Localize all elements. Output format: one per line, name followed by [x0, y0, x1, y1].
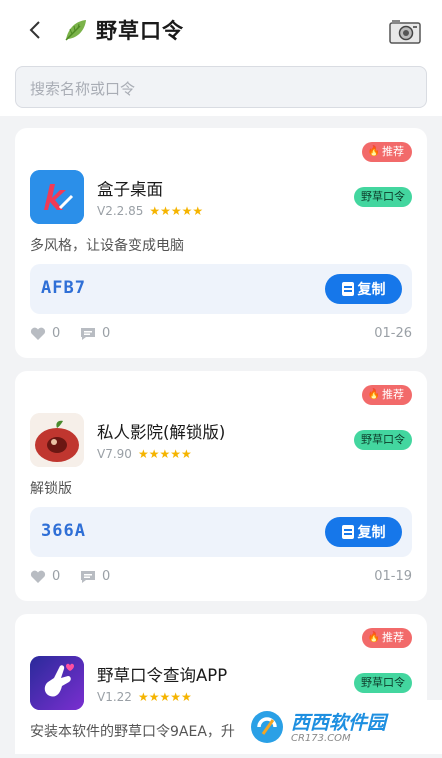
app-version: V2.2.85 [97, 204, 144, 218]
copy-button[interactable]: 复制 [325, 274, 402, 304]
recommend-label: 推荐 [382, 388, 404, 401]
cinema-logo-icon [30, 413, 84, 467]
watermark-text: 西西软件园 [291, 712, 387, 734]
search-placeholder: 搜索名称或口令 [30, 80, 136, 98]
code-text: AFB7 [41, 278, 86, 298]
document-icon [341, 282, 354, 296]
app-version-row: V2.2.85 ★★★★★ [97, 204, 203, 218]
code-box: AFB7 复制 [30, 264, 412, 314]
fire-icon: 🔥 [367, 632, 380, 643]
recommend-badge: 🔥 推荐 [361, 142, 412, 162]
recommend-badge: 🔥 推荐 [361, 385, 412, 405]
app-name: 野草口令查询APP [97, 666, 228, 685]
app-card[interactable]: 🔥 推荐 盒子桌面 V2.2.85 ★★★★★ 野草口令 多风格，让设备变成电脑 … [15, 128, 427, 358]
leaf-icon [65, 20, 86, 41]
app-version-row: V7.90 ★★★★★ [97, 447, 192, 461]
app-description: 安装本软件的野草口令9AEA，升 [30, 724, 235, 740]
app-icon [30, 413, 84, 467]
app-icon [30, 656, 84, 710]
search-input[interactable]: 搜索名称或口令 [15, 66, 427, 108]
code-text: 366A [41, 521, 86, 541]
watermark: 西西软件园 CR173.COM [245, 700, 442, 754]
document-icon [341, 525, 354, 539]
recommend-label: 推荐 [382, 631, 404, 644]
card-meta: 0 0 01-19 [30, 569, 412, 589]
chevron-left-icon[interactable] [24, 17, 48, 43]
source-tag: 野草口令 [354, 673, 412, 693]
heart-icon [30, 327, 46, 340]
comment-icon [81, 570, 95, 583]
copy-label: 复制 [357, 525, 386, 541]
rating-stars: ★★★★★ [137, 690, 192, 704]
comment-icon [81, 327, 95, 340]
app-header: 野草口令 [0, 0, 442, 60]
card-meta: 0 0 01-26 [30, 326, 412, 346]
app-version-row: V1.22 ★★★★★ [97, 690, 192, 704]
fire-icon: 🔥 [367, 389, 380, 400]
post-date: 01-26 [374, 326, 412, 341]
like-button[interactable]: 0 [30, 569, 60, 584]
like-button[interactable]: 0 [30, 326, 60, 341]
comment-button[interactable]: 0 [80, 326, 110, 341]
post-date: 01-19 [374, 569, 412, 584]
source-tag: 野草口令 [354, 430, 412, 450]
app-description: 解锁版 [30, 481, 72, 497]
page-title: 野草口令 [96, 19, 184, 43]
app-name: 盒子桌面 [97, 180, 163, 199]
like-count: 0 [52, 569, 61, 584]
app-card[interactable]: 🔥 推荐 私人影院(解锁版) V7.90 ★★★★★ 野草口令 解锁版 366A … [15, 371, 427, 601]
copy-label: 复制 [357, 282, 386, 298]
rating-stars: ★★★★★ [149, 204, 204, 218]
app-version: V7.90 [97, 447, 132, 461]
recommend-label: 推荐 [382, 145, 404, 158]
comment-count: 0 [102, 569, 111, 584]
source-tag: 野草口令 [354, 187, 412, 207]
search-bar: 搜索名称或口令 [0, 60, 442, 116]
box-desktop-logo-icon [30, 170, 84, 224]
comment-count: 0 [102, 326, 111, 341]
app-name: 私人影院(解锁版) [97, 423, 226, 442]
comment-button[interactable]: 0 [80, 569, 110, 584]
fire-icon: 🔥 [367, 146, 380, 157]
camera-icon[interactable] [389, 18, 421, 44]
app-version: V1.22 [97, 690, 132, 704]
hand-heart-logo-icon [30, 656, 84, 710]
app-description: 多风格，让设备变成电脑 [30, 238, 184, 254]
heart-icon [30, 570, 46, 583]
recommend-badge: 🔥 推荐 [361, 628, 412, 648]
app-icon [30, 170, 84, 224]
like-count: 0 [52, 326, 61, 341]
watermark-sub: CR173.COM [291, 733, 351, 744]
code-box: 366A 复制 [30, 507, 412, 557]
copy-button[interactable]: 复制 [325, 517, 402, 547]
rating-stars: ★★★★★ [137, 447, 192, 461]
